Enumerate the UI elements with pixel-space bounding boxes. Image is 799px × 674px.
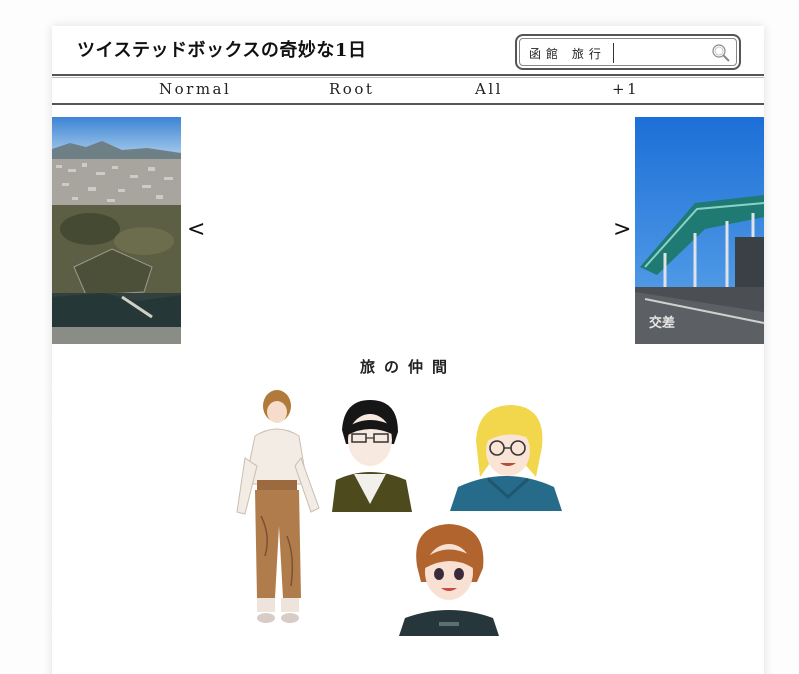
tab-all[interactable]: All xyxy=(475,80,503,98)
svg-text:・・・: ・・・ xyxy=(362,504,374,509)
page-container: ツイステッドボックスの奇妙な1日 函館 旅行 Normal Root All +… xyxy=(52,26,764,674)
main-nav: Normal Root All +1 xyxy=(52,74,764,105)
character-blonde-glasses-illustration xyxy=(450,401,564,511)
photo-carousel: < > 交差 xyxy=(52,117,764,344)
character-brown-hair-illustration xyxy=(399,516,499,636)
carousel-photo-aerial-town[interactable] xyxy=(52,117,181,344)
tab-plus-one[interactable]: +1 xyxy=(612,80,639,98)
site-header: ツイステッドボックスの奇妙な1日 函館 旅行 xyxy=(52,26,764,74)
carousel-photo-station[interactable]: 交差 xyxy=(635,117,764,344)
section-title: 旅の仲間 xyxy=(359,358,456,376)
search-query: 函館 旅行 xyxy=(529,47,606,61)
character-full-body-illustration xyxy=(235,386,323,641)
svg-text:交差: 交差 xyxy=(649,315,675,331)
search-icon[interactable] xyxy=(711,43,731,63)
tab-normal[interactable]: Normal xyxy=(159,80,231,98)
carousel-next-arrow[interactable]: > xyxy=(613,217,631,242)
character-black-hair-glasses-illustration: ・・・ xyxy=(318,394,421,512)
search-input[interactable]: 函館 旅行 xyxy=(515,34,741,70)
site-title[interactable]: ツイステッドボックスの奇妙な1日 xyxy=(77,36,366,62)
tab-root[interactable]: Root xyxy=(329,80,374,98)
text-cursor xyxy=(613,43,614,63)
carousel-prev-arrow[interactable]: < xyxy=(187,217,205,242)
